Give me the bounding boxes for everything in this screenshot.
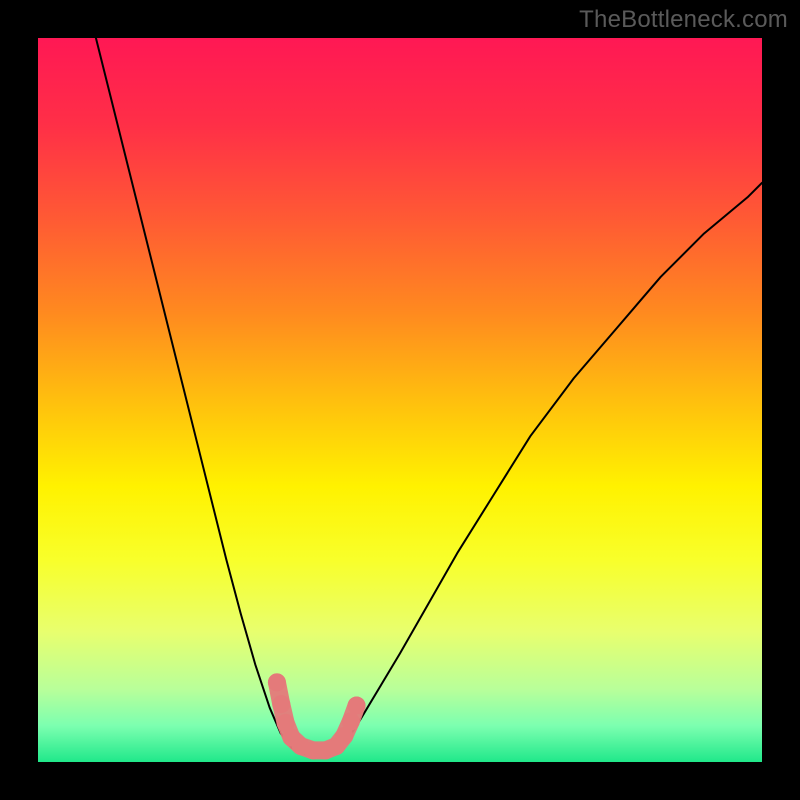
highlight-dot xyxy=(348,697,366,715)
highlight-dot xyxy=(268,673,286,691)
chart-svg xyxy=(38,38,762,762)
highlight-dot xyxy=(342,712,360,730)
watermark-text: TheBottleneck.com xyxy=(579,6,788,34)
chart-frame: TheBottleneck.com xyxy=(0,0,800,800)
highlight-dot xyxy=(272,695,290,713)
plot-area xyxy=(38,38,762,762)
